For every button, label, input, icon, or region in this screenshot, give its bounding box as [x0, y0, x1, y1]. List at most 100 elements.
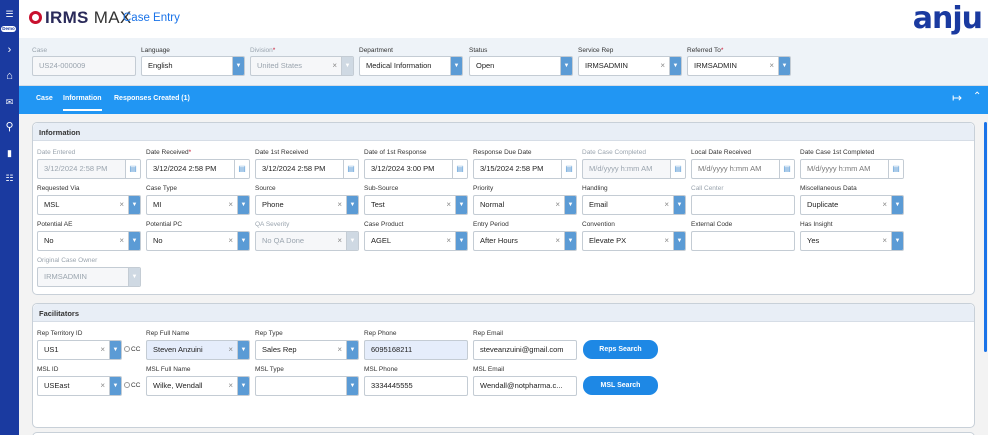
calendar-icon[interactable]: ▤ [343, 160, 358, 178]
case-type-select[interactable]: MI × ▼ [146, 195, 250, 215]
calendar-icon[interactable]: ▤ [561, 160, 576, 178]
clear-icon[interactable]: × [446, 232, 451, 250]
clear-icon[interactable]: × [664, 196, 669, 214]
clear-icon[interactable]: × [769, 57, 774, 75]
chevron-down-icon[interactable]: ▼ [450, 57, 462, 75]
scrollbar[interactable] [984, 122, 987, 352]
tab-case[interactable]: Case [36, 95, 53, 102]
case-product-select[interactable]: AGEL × ▼ [364, 231, 468, 251]
chevron-down-icon[interactable]: ▼ [778, 57, 790, 75]
clear-icon[interactable]: × [337, 341, 342, 359]
clear-icon[interactable]: × [446, 196, 451, 214]
chevron-down-icon[interactable]: ▼ [109, 377, 121, 395]
chevron-down-icon[interactable]: ▼ [237, 196, 249, 214]
calendar-icon[interactable]: ▤ [779, 160, 794, 178]
clear-icon[interactable]: × [664, 232, 669, 250]
chevron-down-icon[interactable]: ▼ [891, 196, 903, 214]
misc-data-select[interactable]: Duplicate × ▼ [800, 195, 904, 215]
chevron-down-icon[interactable]: ▼ [237, 341, 249, 359]
language-select[interactable]: English ▼ [141, 56, 245, 76]
chevron-down-icon[interactable]: ▼ [564, 196, 576, 214]
msl-phone-input[interactable]: 3334445555 [364, 376, 468, 396]
rep-phone-input[interactable]: 6095168211 [364, 340, 468, 360]
local-date-received-field[interactable]: M/d/yyyy h:mm AM ▤ [691, 159, 795, 179]
convention-select[interactable]: Elevate PX × ▼ [582, 231, 686, 251]
case-inbox-icon[interactable]: ✉ [0, 96, 19, 108]
tab-responses-created[interactable]: Responses Created (1) [114, 95, 190, 102]
chevron-down-icon[interactable]: ▼ [346, 196, 358, 214]
chevron-down-icon[interactable]: ▼ [237, 377, 249, 395]
source-select[interactable]: Phone × ▼ [255, 195, 359, 215]
potential-ae-select[interactable]: No × ▼ [37, 231, 141, 251]
clear-icon[interactable]: × [660, 57, 665, 75]
chevron-down-icon[interactable]: ▼ [237, 232, 249, 250]
rep-type-select[interactable]: Sales Rep × ▼ [255, 340, 359, 360]
entry-period-select[interactable]: After Hours × ▼ [473, 231, 577, 251]
potential-pc-select[interactable]: No × ▼ [146, 231, 250, 251]
clear-icon[interactable]: × [119, 232, 124, 250]
msl-search-button[interactable]: MSL Search [583, 376, 658, 395]
requested-via-select[interactable]: MSL × ▼ [37, 195, 141, 215]
tab-information[interactable]: Information [63, 95, 102, 111]
date-case-1st-completed-field[interactable]: M/d/yyyy h:mm AM ▤ [800, 159, 904, 179]
chevron-down-icon[interactable]: ▼ [109, 341, 121, 359]
rep-full-name-select[interactable]: Steven Anzuini × ▼ [146, 340, 250, 360]
clear-icon[interactable]: × [228, 377, 233, 395]
collapse-icon[interactable]: ⌃ [973, 91, 981, 102]
calendar-icon[interactable]: ▤ [234, 160, 249, 178]
service-rep-select[interactable]: IRMSADMIN × ▼ [578, 56, 682, 76]
chevron-down-icon[interactable]: ▼ [673, 232, 685, 250]
search-icon[interactable]: ⚲ [0, 121, 19, 133]
msl-id-select[interactable]: USEast × ▼ [37, 376, 122, 396]
chevron-down-icon[interactable]: ▼ [128, 232, 140, 250]
response-due-date-field[interactable]: 3/15/2024 2:58 PM ▤ [473, 159, 577, 179]
chevron-down-icon[interactable]: ▼ [891, 232, 903, 250]
chevron-down-icon[interactable]: ▼ [455, 196, 467, 214]
msl-full-name-select[interactable]: Wilke, Wendall × ▼ [146, 376, 250, 396]
department-select[interactable]: Medical Information ▼ [359, 56, 463, 76]
reps-search-button[interactable]: Reps Search [583, 340, 658, 359]
referred-to-select[interactable]: IRMSADMIN × ▼ [687, 56, 791, 76]
chevron-down-icon[interactable]: ▼ [346, 341, 358, 359]
app-logo[interactable]: IRMS MAX [45, 8, 131, 28]
clear-icon[interactable]: × [100, 377, 105, 395]
status-select[interactable]: Open ▼ [469, 56, 573, 76]
rep-email-input[interactable]: steveanzuini@gmail.com [473, 340, 577, 360]
calendar-icon[interactable]: ▤ [888, 160, 903, 178]
chevron-down-icon[interactable]: ▼ [560, 57, 572, 75]
menu-icon[interactable]: ☰ [0, 8, 19, 20]
rep-territory-select[interactable]: US1 × ▼ [37, 340, 122, 360]
msl-email-input[interactable]: Wendall@notpharma.c... [473, 376, 577, 396]
chevron-down-icon[interactable]: ▼ [128, 196, 140, 214]
clear-icon[interactable]: × [882, 232, 887, 250]
chevron-down-icon[interactable]: ▼ [669, 57, 681, 75]
external-code-input[interactable] [691, 231, 795, 251]
clear-icon[interactable]: × [337, 196, 342, 214]
clear-icon[interactable]: × [100, 341, 105, 359]
msl-type-select[interactable]: ▼ [255, 376, 359, 396]
date-received-field[interactable]: 3/12/2024 2:58 PM ▤ [146, 159, 250, 179]
clear-icon[interactable]: × [555, 232, 560, 250]
date-1st-response-field[interactable]: 3/12/2024 3:00 PM ▤ [364, 159, 468, 179]
chevron-right-icon[interactable]: › [0, 44, 19, 56]
clear-icon[interactable]: × [228, 232, 233, 250]
priority-select[interactable]: Normal × ▼ [473, 195, 577, 215]
handling-select[interactable]: Email × ▼ [582, 195, 686, 215]
chevron-down-icon[interactable]: ▼ [564, 232, 576, 250]
chevron-down-icon[interactable]: ▼ [455, 232, 467, 250]
sub-source-select[interactable]: Test × ▼ [364, 195, 468, 215]
home-icon[interactable]: ⌂ [0, 70, 19, 82]
clear-icon[interactable]: × [228, 196, 233, 214]
date-1st-received-field[interactable]: 3/12/2024 2:58 PM ▤ [255, 159, 359, 179]
bookmark-icon[interactable]: ▮ [0, 147, 19, 159]
clear-icon[interactable]: × [555, 196, 560, 214]
msl-cc-checkbox[interactable]: CC [124, 382, 140, 389]
org-chart-icon[interactable]: ☷ [0, 172, 19, 184]
clear-icon[interactable]: × [119, 196, 124, 214]
clear-icon[interactable]: × [882, 196, 887, 214]
clear-icon[interactable]: × [228, 341, 233, 359]
chevron-down-icon[interactable]: ▼ [232, 57, 244, 75]
chevron-down-icon[interactable]: ▼ [346, 377, 358, 395]
has-insight-select[interactable]: Yes × ▼ [800, 231, 904, 251]
chevron-down-icon[interactable]: ▼ [673, 196, 685, 214]
